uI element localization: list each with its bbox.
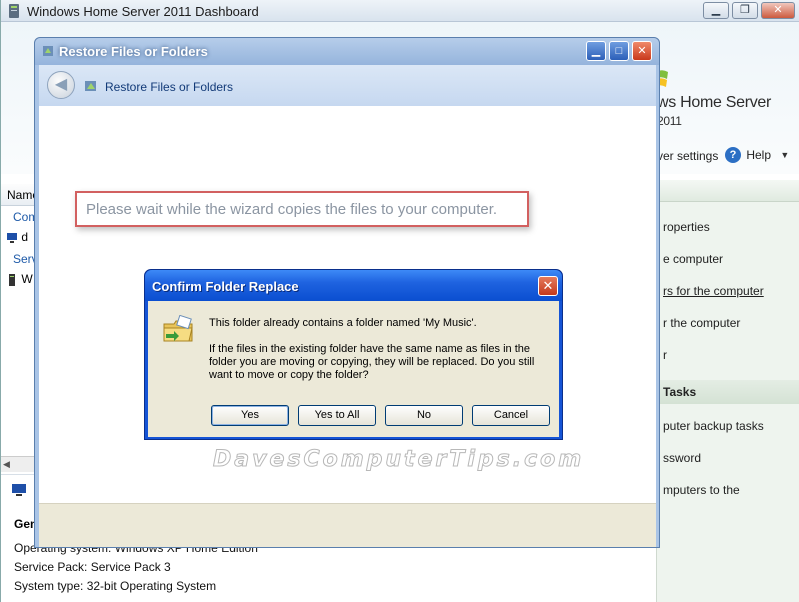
- brand-logo-text: ws Home Server 2011: [657, 94, 772, 128]
- tasks-header: [657, 180, 799, 202]
- help-label: Help: [746, 148, 772, 162]
- task-computer[interactable]: e computer: [663, 252, 723, 266]
- dashboard-title: Windows Home Server 2011 Dashboard: [27, 4, 259, 19]
- folder-move-icon: [163, 315, 193, 342]
- chevron-down-icon: ▼: [780, 150, 790, 160]
- list-group-computers[interactable]: Com: [1, 207, 35, 227]
- close-button[interactable]: ✕: [761, 2, 795, 19]
- wizard-titlebar: Restore Files or Folders ▁ □ ✕: [35, 38, 659, 65]
- list-item-label: W: [21, 272, 33, 286]
- watermark: DavesComputerTips.com: [212, 447, 585, 473]
- wizard-title: Restore Files or Folders: [59, 44, 208, 59]
- wizard-minimize-button[interactable]: ▁: [586, 41, 606, 61]
- task-restore-files[interactable]: rs for the computer: [663, 284, 764, 298]
- wizard-footer: [39, 503, 656, 547]
- detail-system-type: System type: 32-bit Operating System: [14, 579, 217, 593]
- dialog-body: This folder already contains a folder na…: [148, 301, 559, 437]
- maximize-button[interactable]: ❐: [732, 2, 758, 19]
- restore-icon: [85, 81, 96, 91]
- no-button[interactable]: No: [385, 405, 463, 426]
- server-settings-link[interactable]: ver settings: [657, 149, 718, 163]
- status-message-box: Please wait while the wizard copies the …: [75, 191, 529, 227]
- minimize-button[interactable]: ▁: [703, 2, 729, 19]
- confirm-folder-replace-dialog: Confirm Folder Replace ✕ This folder alr…: [144, 269, 563, 440]
- computer-icon: [7, 232, 17, 243]
- yes-to-all-button[interactable]: Yes to All: [298, 405, 376, 426]
- task-password[interactable]: ssword: [663, 451, 701, 465]
- scroll-left-icon[interactable]: ◀: [3, 459, 10, 470]
- task-other[interactable]: r: [663, 348, 667, 362]
- dialog-title: Confirm Folder Replace: [152, 279, 299, 294]
- horizontal-scrollbar[interactable]: ◀: [1, 456, 35, 472]
- dialog-titlebar: Confirm Folder Replace ✕: [145, 270, 562, 301]
- task-for-computer[interactable]: r the computer: [663, 316, 740, 330]
- task-add-computers[interactable]: mputers to the: [663, 483, 740, 497]
- list-item[interactable]: W: [1, 269, 35, 289]
- server-icon: [9, 4, 19, 18]
- help-icon: ?: [725, 147, 741, 163]
- tasks-pane: roperties e computer rs for the computer…: [656, 180, 799, 602]
- wizard-maximize-button[interactable]: □: [609, 41, 629, 61]
- column-header-name[interactable]: Name: [1, 184, 35, 206]
- computer-icon: [12, 484, 26, 496]
- wizard-nav-title: Restore Files or Folders: [105, 80, 234, 94]
- wizard-close-button[interactable]: ✕: [632, 41, 652, 61]
- dialog-close-button[interactable]: ✕: [538, 276, 558, 296]
- list-item[interactable]: d: [1, 227, 35, 247]
- dialog-message-primary: This folder already contains a folder na…: [209, 317, 477, 329]
- back-arrow-icon[interactable]: ◀: [47, 71, 75, 99]
- yes-button[interactable]: Yes: [211, 405, 289, 426]
- cancel-button[interactable]: Cancel: [472, 405, 550, 426]
- list-group-server[interactable]: Serv: [1, 249, 35, 269]
- dialog-message-secondary: If the files in the existing folder have…: [209, 343, 535, 381]
- server-icon: [9, 273, 15, 286]
- list-item-label: d: [21, 230, 29, 244]
- task-backup[interactable]: puter backup tasks: [663, 419, 764, 433]
- tasks-section-heading: Tasks: [663, 385, 697, 399]
- help-menu[interactable]: ? Help ▼: [725, 147, 789, 163]
- dashboard-titlebar: Windows Home Server 2011 Dashboard ▁ ❐ ✕: [1, 0, 799, 22]
- wizard-nav-bar: ◀ Restore Files or Folders: [39, 65, 656, 106]
- detail-service-pack: Service Pack: Service Pack 3: [14, 560, 171, 574]
- restore-icon: [43, 46, 53, 56]
- status-message: Please wait while the wizard copies the …: [86, 201, 498, 218]
- task-properties[interactable]: roperties: [663, 220, 710, 234]
